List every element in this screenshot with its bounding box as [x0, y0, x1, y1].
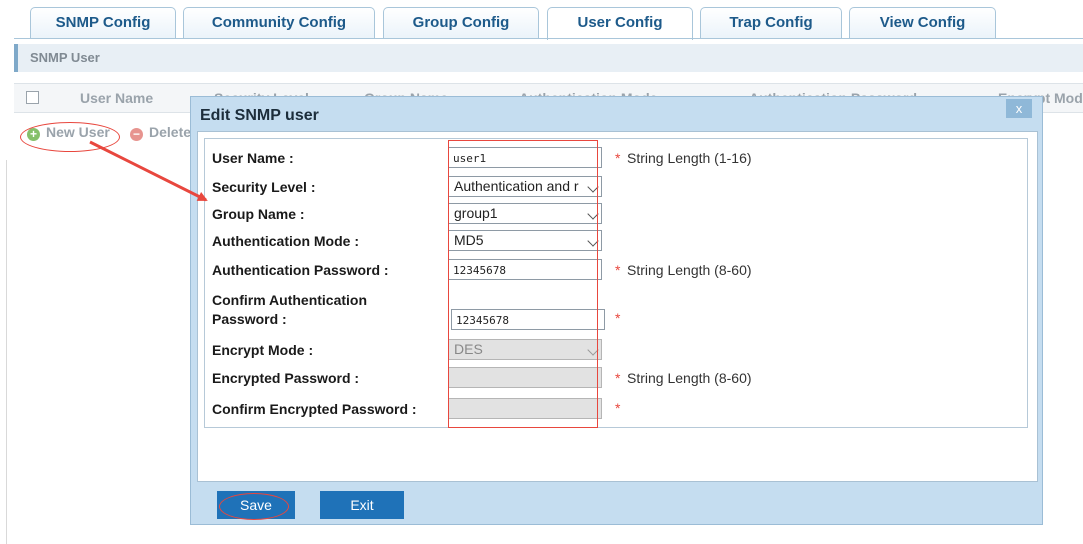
annotation-arrow — [89, 140, 208, 202]
